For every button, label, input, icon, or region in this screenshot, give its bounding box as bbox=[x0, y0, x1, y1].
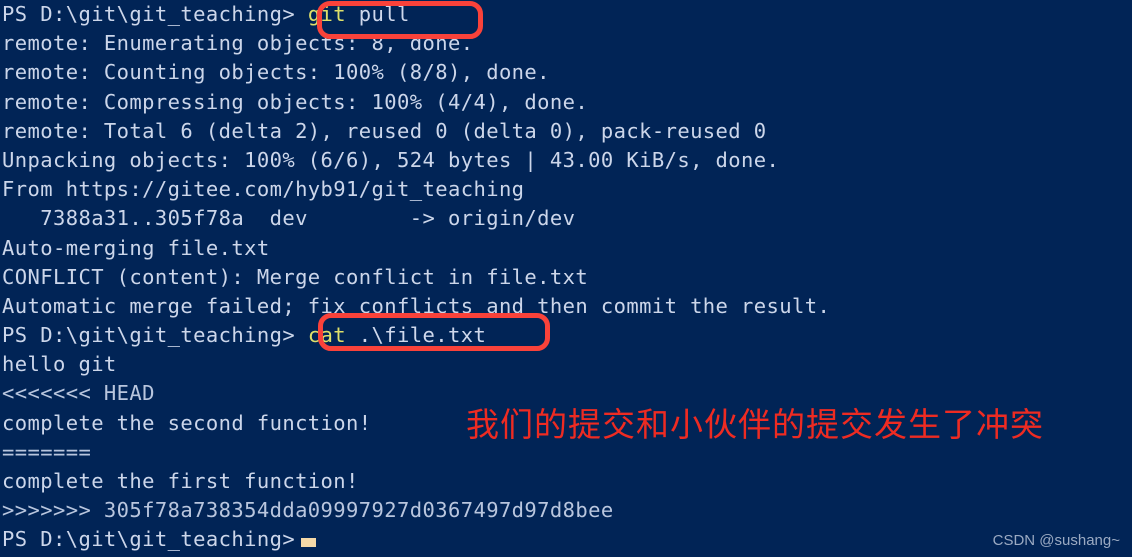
text-segment: Auto-merging file.txt bbox=[2, 235, 270, 260]
line-3-counting: remote: Counting objects: 100% (8/8), do… bbox=[0, 58, 1132, 87]
line-13-hello-git: hello git bbox=[0, 350, 1132, 379]
text-segment: Automatic merge failed; fix conflicts an… bbox=[2, 293, 831, 318]
line-6-unpacking: Unpacking objects: 100% (6/6), 524 bytes… bbox=[0, 146, 1132, 175]
text-segment: hello git bbox=[2, 352, 117, 377]
line-1-prompt-git-pull: PS D:\git\git_teaching> git pull bbox=[0, 0, 1132, 29]
text-segment: complete the second function! bbox=[2, 410, 372, 435]
line-19-prompt-final: PS D:\git\git_teaching> bbox=[0, 525, 1132, 554]
csdn-watermark: CSDN @sushang~ bbox=[992, 532, 1120, 549]
line-8-refupdate: 7388a31..305f78a dev -> origin/dev bbox=[0, 204, 1132, 233]
line-17-first-function: complete the first function! bbox=[0, 467, 1132, 496]
line-18-theirs-marker: >>>>>>> 305f78a738354dda09997927d0367497… bbox=[0, 496, 1132, 525]
text-segment: <<<<<<< HEAD bbox=[2, 381, 155, 406]
text-segment: CONFLICT (content): Merge conflict in fi… bbox=[2, 264, 589, 289]
text-segment: From https://gitee.com/hyb91/git_teachin… bbox=[2, 177, 525, 202]
terminal-output[interactable]: PS D:\git\git_teaching> git pull remote: … bbox=[0, 0, 1132, 555]
text-segment: ======= bbox=[2, 439, 92, 464]
text-segment: cat bbox=[307, 323, 347, 348]
text-segment: pull bbox=[346, 2, 410, 26]
line-9-automerging: Auto-merging file.txt bbox=[0, 234, 1132, 263]
text-segment: remote: Counting objects: 100% (8/8), do… bbox=[2, 60, 550, 85]
text-segment: remote: Total 6 (delta 2), reused 0 (del… bbox=[2, 118, 767, 143]
line-10-conflict: CONFLICT (content): Merge conflict in fi… bbox=[0, 263, 1132, 292]
line-12-prompt-cat: PS D:\git\git_teaching> cat .\file.txt bbox=[0, 321, 1132, 350]
line-5-total: remote: Total 6 (delta 2), reused 0 (del… bbox=[0, 117, 1132, 146]
line-11-autofailed: Automatic merge failed; fix conflicts an… bbox=[0, 292, 1132, 321]
text-segment: git bbox=[307, 2, 347, 26]
text-segment: complete the first function! bbox=[2, 469, 359, 493]
text-segment: .\file.txt bbox=[346, 323, 487, 348]
annotation-chinese-note: 我们的提交和小伙伴的提交发生了冲突 bbox=[466, 405, 1044, 444]
text-segment: remote: Enumerating objects: 8, done. bbox=[2, 31, 474, 56]
text-segment: Unpacking objects: 100% (6/6), 524 bytes… bbox=[2, 147, 780, 172]
text-cursor bbox=[301, 538, 317, 548]
terminal-window: PS D:\git\git_teaching> git pull remote: … bbox=[0, 0, 1132, 557]
text-segment: >>>>>>> 305f78a738354dda09997927d0367497… bbox=[2, 498, 614, 523]
line-7-from: From https://gitee.com/hyb91/git_teachin… bbox=[0, 175, 1132, 204]
text-segment: PS D:\git\git_teaching> bbox=[2, 527, 296, 552]
line-4-compressing: remote: Compressing objects: 100% (4/4),… bbox=[0, 88, 1132, 117]
text-segment: PS D:\git\git_teaching> bbox=[2, 323, 308, 348]
text-segment: 7388a31..305f78a dev -> origin/dev bbox=[2, 206, 576, 231]
text-segment: PS D:\git\git_teaching> bbox=[2, 2, 308, 26]
text-segment: remote: Compressing objects: 100% (4/4),… bbox=[2, 89, 589, 114]
line-2-enumerating: remote: Enumerating objects: 8, done. bbox=[0, 29, 1132, 58]
